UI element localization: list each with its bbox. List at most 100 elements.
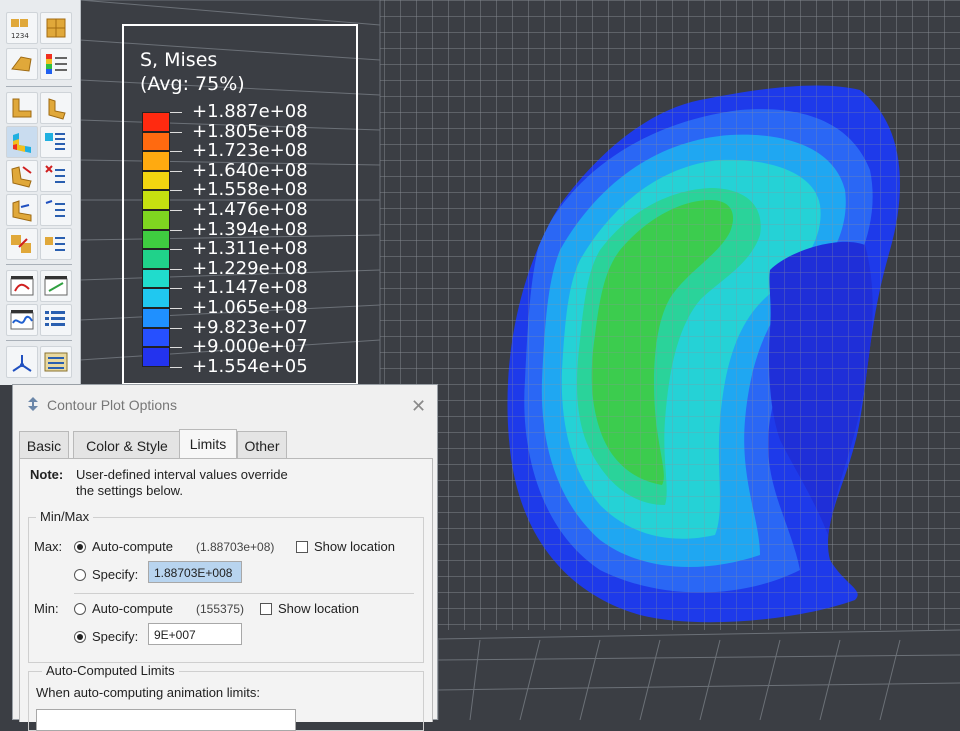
view-cut-manager-icon[interactable]: [40, 346, 72, 378]
contour-options-icon[interactable]: [40, 126, 72, 158]
tab-basic-label: Basic: [26, 438, 62, 454]
dialog-app-icon: [28, 397, 38, 411]
legend-value-label: +1.147e+08: [192, 277, 308, 299]
legend-tick: [170, 229, 182, 231]
legend-tick: [170, 268, 182, 270]
tab-color-style[interactable]: Color & Style: [73, 431, 181, 459]
max-auto-compute-label: Auto-compute: [92, 539, 173, 554]
legend-swatch: [142, 347, 170, 367]
deformed-icon[interactable]: [6, 92, 38, 124]
tab-limits-label: Limits: [189, 436, 227, 452]
edit-hex-icon[interactable]: 1234: [6, 12, 38, 44]
time-history-icon[interactable]: [6, 304, 38, 336]
max-specify-radio[interactable]: [74, 569, 86, 581]
material-orient-options-icon[interactable]: [40, 194, 72, 226]
deformed-options-icon[interactable]: [40, 92, 72, 124]
symbol-options-icon[interactable]: [40, 160, 72, 192]
min-auto-value: (155375): [196, 602, 245, 616]
note-line-2: the settings below.: [76, 483, 183, 498]
legend-tick: [170, 151, 182, 153]
svg-text:1234: 1234: [11, 32, 29, 40]
legend-value-label: +1.805e+08: [192, 120, 308, 142]
legend-swatch: [142, 288, 170, 308]
max-min-divider: [74, 593, 414, 594]
min-max-group-label: Min/Max: [36, 509, 94, 524]
min-auto-compute-radio[interactable]: [74, 603, 86, 615]
legend-value-label: +1.229e+08: [192, 257, 308, 279]
legend-tick: [170, 190, 182, 192]
max-specify-field[interactable]: 1.88703E+008: [148, 561, 242, 583]
legend-value-label: +1.887e+08: [192, 101, 308, 122]
max-specify-label: Specify:: [92, 567, 139, 582]
legend-value-label: +1.554e+05: [192, 355, 308, 377]
legend-swatch: [142, 229, 170, 250]
plot-multiple-options-icon[interactable]: [40, 228, 72, 260]
legend-value-label: +9.000e+07: [192, 336, 308, 358]
view-cut-icon[interactable]: [6, 346, 38, 378]
tab-other-label: Other: [244, 438, 280, 454]
legend-swatch: [142, 112, 170, 132]
legend-swatch: [142, 151, 170, 171]
time-history-options-icon[interactable]: [40, 304, 72, 336]
legend-tick: [170, 210, 182, 211]
legend-value-label: +1.065e+08: [192, 297, 308, 318]
legend-tick: [170, 327, 182, 329]
min-show-location-checkbox[interactable]: [260, 603, 272, 615]
note-label: Note:: [30, 467, 64, 482]
min-specify-field[interactable]: 9E+007: [148, 623, 242, 645]
legend-swatch: [142, 327, 170, 348]
module-toolbar: 1234: [0, 0, 81, 385]
max-label: Max:: [34, 539, 63, 554]
legend-tick: [170, 308, 182, 309]
max-show-location-label: Show location: [314, 539, 395, 554]
legend-swatch: [142, 131, 170, 152]
max-auto-compute-radio[interactable]: [74, 541, 86, 553]
animate-icon[interactable]: [6, 270, 38, 302]
contour-plot-options-dialog: Contour Plot Options ✕ Basic Color & Sty…: [12, 384, 438, 731]
legend-value-label: +1.476e+08: [192, 199, 308, 220]
dialog-title: Contour Plot Options: [47, 397, 177, 413]
limits-tab-panel: Note: User-defined interval values overr…: [19, 458, 433, 731]
legend-tick: [170, 288, 182, 290]
legend-swatch: [142, 210, 170, 230]
tab-basic[interactable]: Basic: [19, 431, 69, 459]
legend-title-variable: S, Mises: [140, 49, 218, 71]
max-show-location-checkbox[interactable]: [296, 541, 308, 553]
close-icon[interactable]: ✕: [411, 397, 426, 415]
min-specify-label: Specify:: [92, 629, 139, 644]
auto-computed-limits-label: Auto-Computed Limits: [42, 663, 179, 678]
legend-title: S, Mises (Avg: 75%): [140, 48, 245, 96]
legend-tick: [170, 366, 182, 368]
edit-hex-3d-icon[interactable]: [40, 12, 72, 44]
auto-limits-dropdown[interactable]: [36, 709, 296, 731]
legend-tick: [170, 131, 182, 133]
max-auto-value: (1.88703e+08): [196, 540, 275, 554]
contour-legend: S, Mises (Avg: 75%) +1.887e+08 +1.805e+08…: [122, 24, 358, 385]
material-orient-icon[interactable]: [6, 194, 38, 226]
symbol-icon[interactable]: [6, 160, 38, 192]
legend-tick: [170, 249, 182, 251]
plot-multiple-icon[interactable]: [6, 228, 38, 260]
legend-value-label: +1.558e+08: [192, 179, 308, 201]
contour-icon[interactable]: [6, 126, 38, 158]
legend-swatch: [142, 249, 170, 269]
note-line-1: User-defined interval values override: [76, 467, 288, 482]
legend-swatch: [142, 190, 170, 210]
min-specify-radio[interactable]: [74, 631, 86, 643]
legend-value-label: +1.723e+08: [192, 140, 308, 162]
min-label: Min:: [34, 601, 59, 616]
spectrum-icon[interactable]: [40, 48, 72, 80]
tab-other[interactable]: Other: [237, 431, 287, 459]
legend-tick: [170, 112, 182, 113]
legend-swatch: [142, 268, 170, 289]
undeformed-icon[interactable]: [6, 48, 38, 80]
legend-tick: [170, 170, 182, 172]
animate-options-icon[interactable]: [40, 270, 72, 302]
min-show-location-label: Show location: [278, 601, 359, 616]
legend-tick: [170, 347, 182, 349]
legend-value-label: +1.640e+08: [192, 159, 308, 181]
tab-limits[interactable]: Limits: [179, 429, 237, 459]
legend-value-label: +9.823e+07: [192, 316, 308, 338]
legend-swatch: [142, 170, 170, 191]
legend-value-label: +1.311e+08: [192, 238, 308, 260]
